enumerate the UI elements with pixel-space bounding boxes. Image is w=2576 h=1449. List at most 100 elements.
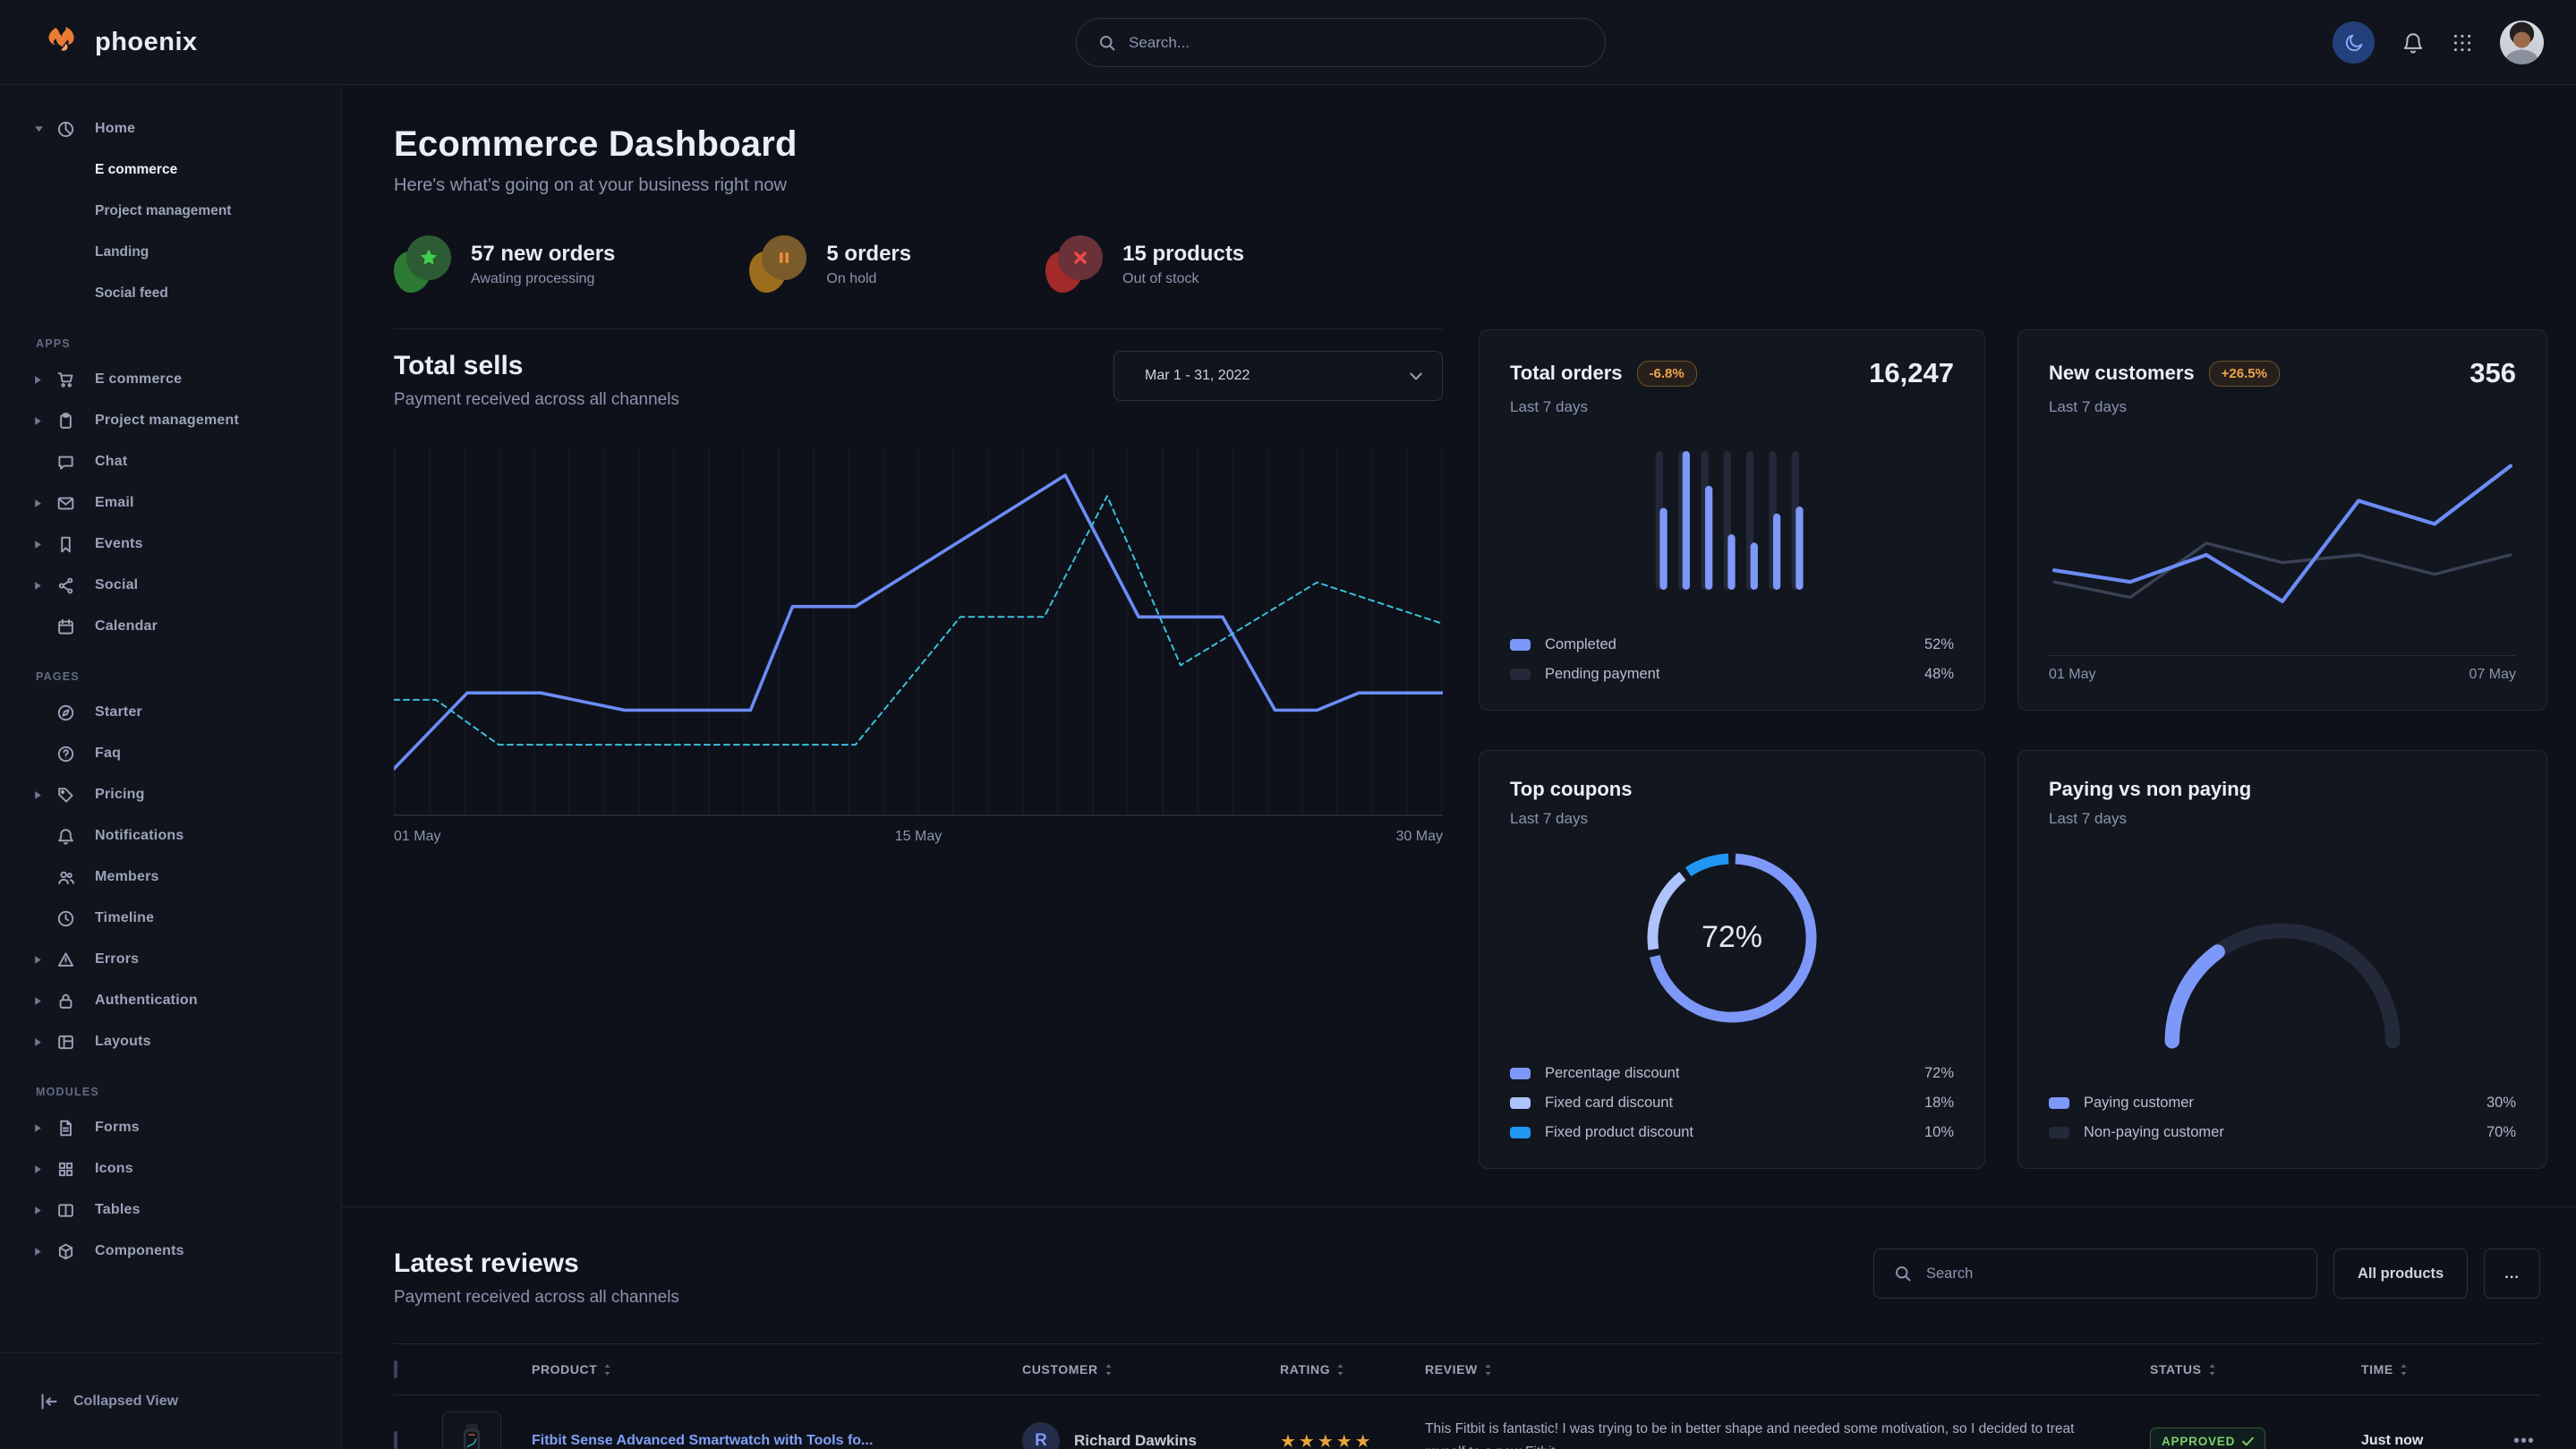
reviews-more-button[interactable]: ... <box>2484 1249 2540 1299</box>
theme-toggle-button[interactable] <box>2333 21 2375 64</box>
sidebar-item-pricing[interactable]: Pricing <box>0 774 341 815</box>
sort-icon <box>2400 1363 2408 1377</box>
total-orders-card: Total orders -6.8% 16,247 Last 7 days Co… <box>1479 329 1985 711</box>
sidebar-item-chat[interactable]: Chat <box>0 441 341 482</box>
latest-reviews-subtitle: Payment received across all channels <box>394 1288 679 1308</box>
sidebar-item-home[interactable]: Home <box>0 108 341 149</box>
sidebar-item-errors[interactable]: Errors <box>0 939 341 980</box>
layout-icon <box>57 1034 95 1051</box>
brand-logo[interactable]: phoenix <box>0 24 342 60</box>
sidebar-item-forms[interactable]: Forms <box>0 1107 341 1148</box>
select-all-checkbox[interactable] <box>394 1360 397 1378</box>
sidebar-item-icons[interactable]: Icons <box>0 1148 341 1189</box>
total-orders-title: Total orders <box>1510 362 1623 385</box>
product-thumbnail-smartwatch[interactable] <box>442 1411 501 1449</box>
collapse-sidebar-button[interactable]: Collapsed View <box>0 1352 341 1449</box>
caret-right-icon <box>34 499 57 508</box>
total-sells-x-axis: 01 May 15 May 30 May <box>394 829 1443 856</box>
users-icon <box>57 869 95 886</box>
sidebar-item-social-feed[interactable]: Social feed <box>0 273 341 314</box>
sidebar-section-pages: PAGES <box>0 647 341 692</box>
caret-right-icon <box>34 1206 57 1215</box>
apps-grid-button[interactable] <box>2452 32 2473 54</box>
caret-right-icon <box>34 1164 57 1174</box>
product-link[interactable]: Fitbit Sense Advanced Smartwatch with To… <box>532 1433 873 1448</box>
caret-right-icon <box>34 1247 57 1257</box>
order-stats: 57 new orders Awating processing 5 order… <box>394 235 1443 293</box>
column-product[interactable]: PRODUCT <box>532 1362 1022 1377</box>
reviews-table: PRODUCT CUSTOMER RATING REVIEW STATUS TI… <box>394 1343 2540 1449</box>
caret-right-icon <box>34 996 57 1006</box>
sidebar-item-members[interactable]: Members <box>0 857 341 898</box>
sidebar-item-project-management-app[interactable]: Project management <box>0 400 341 441</box>
sidebar-item-layouts[interactable]: Layouts <box>0 1021 341 1062</box>
review-time: Just now <box>2361 1433 2494 1449</box>
column-status[interactable]: STATUS <box>2150 1362 2361 1377</box>
paying-vs-nonpaying-card: Paying vs non paying Last 7 days Paying … <box>2017 750 2547 1169</box>
share-icon <box>57 577 95 594</box>
legend-percentage-discount: Percentage discount 72% <box>1510 1065 1954 1082</box>
sidebar-section-apps: APPS <box>0 314 341 359</box>
clipboard-icon <box>57 413 95 430</box>
top-coupons-card: Top coupons Last 7 days 72% Percentage d… <box>1479 750 1985 1169</box>
notifications-button[interactable] <box>2401 31 2425 55</box>
sidebar-item-ecommerce[interactable]: E commerce <box>0 149 341 191</box>
global-search-input[interactable] <box>1129 34 1583 52</box>
sidebar-item-calendar[interactable]: Calendar <box>0 606 341 647</box>
row-checkbox[interactable] <box>394 1431 397 1449</box>
legend-pending-payment: Pending payment 48% <box>1510 666 1954 683</box>
row-menu-button[interactable]: ••• <box>2494 1431 2540 1449</box>
sidebar-item-events[interactable]: Events <box>0 524 341 565</box>
tag-icon <box>57 787 95 804</box>
sidebar-item-tables[interactable]: Tables <box>0 1189 341 1231</box>
search-icon <box>1894 1265 1912 1283</box>
sidebar-item-social[interactable]: Social <box>0 565 341 606</box>
collapse-icon <box>39 1392 59 1411</box>
sort-icon <box>1336 1363 1344 1377</box>
stat-out-of-stock: 15 products Out of stock <box>1045 235 1244 293</box>
phoenix-flame-icon <box>47 24 82 60</box>
cart-icon <box>57 371 95 388</box>
main-content: Ecommerce Dashboard Here's what's going … <box>342 85 2576 1449</box>
column-time[interactable]: TIME <box>2361 1362 2494 1377</box>
legend-paying-customer: Paying customer 30% <box>2049 1095 2516 1112</box>
kpi-cards: Total orders -6.8% 16,247 Last 7 days Co… <box>1479 329 2547 1169</box>
rating-stars: ★★★★★ <box>1280 1430 1425 1449</box>
sidebar-item-notifications[interactable]: Notifications <box>0 815 341 857</box>
page-subtitle: Here's what's going on at your business … <box>394 175 2540 196</box>
all-products-button[interactable]: All products <box>2333 1249 2468 1299</box>
sidebar-item-components[interactable]: Components <box>0 1231 341 1272</box>
nine-dots-icon <box>2452 32 2473 54</box>
bell-icon <box>2401 31 2425 55</box>
caret-down-icon <box>34 125 57 133</box>
sidebar-item-ecommerce-app[interactable]: E commerce <box>0 359 341 400</box>
sidebar-item-starter[interactable]: Starter <box>0 692 341 733</box>
sidebar-item-authentication[interactable]: Authentication <box>0 980 341 1021</box>
total-sells-title: Total sells <box>394 351 679 381</box>
reviews-table-header: PRODUCT CUSTOMER RATING REVIEW STATUS TI… <box>394 1343 2540 1395</box>
sidebar-item-timeline[interactable]: Timeline <box>0 898 341 939</box>
user-avatar[interactable] <box>2500 21 2544 64</box>
sidebar-item-faq[interactable]: Faq <box>0 733 341 774</box>
caret-right-icon <box>34 955 57 965</box>
top-coupons-title: Top coupons <box>1510 778 1632 801</box>
total-sells-chart <box>394 440 1443 816</box>
sidebar-item-landing[interactable]: Landing <box>0 232 341 273</box>
column-review[interactable]: REVIEW <box>1425 1362 2150 1377</box>
sidebar-section-modules: MODULES <box>0 1062 341 1107</box>
chat-icon <box>57 454 95 471</box>
sidebar-item-email[interactable]: Email <box>0 482 341 524</box>
global-search[interactable] <box>1076 18 1606 67</box>
sidebar-item-project-management[interactable]: Project management <box>0 191 341 232</box>
moon-icon <box>2343 32 2365 54</box>
page-title: Ecommerce Dashboard <box>394 124 2540 165</box>
legend-fixed-product-discount: Fixed product discount 10% <box>1510 1124 1954 1141</box>
reviews-search-input[interactable] <box>1926 1266 2297 1283</box>
column-rating[interactable]: RATING <box>1280 1362 1425 1377</box>
reviews-search[interactable] <box>1873 1249 2317 1299</box>
column-customer[interactable]: CUSTOMER <box>1022 1362 1280 1377</box>
legend-fixed-card-discount: Fixed card discount 18% <box>1510 1095 1954 1112</box>
customer-avatar-initial: R <box>1022 1422 1060 1449</box>
date-range-select[interactable]: Mar 1 - 31, 2022 <box>1113 351 1443 401</box>
sort-icon <box>1484 1363 1492 1377</box>
